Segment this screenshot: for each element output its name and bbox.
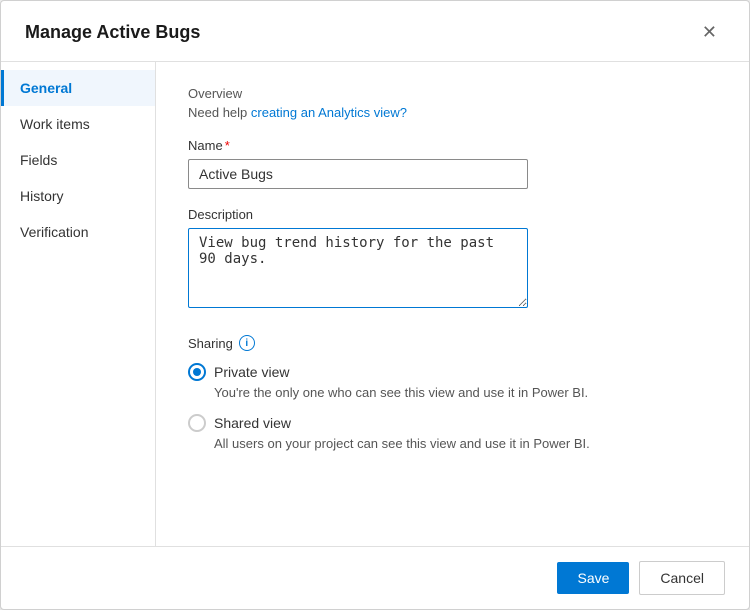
save-button[interactable]: Save (557, 562, 629, 594)
description-field-group: Description View bug trend history for t… (188, 207, 717, 311)
name-input[interactable] (188, 159, 528, 189)
dialog-body: General Work items Fields History Verifi… (1, 62, 749, 546)
sidebar-item-verification[interactable]: Verification (1, 214, 155, 250)
sidebar-item-history[interactable]: History (1, 178, 155, 214)
description-label: Description (188, 207, 717, 222)
shared-view-option: Shared view All users on your project ca… (188, 414, 717, 451)
private-view-description: You're the only one who can see this vie… (214, 385, 717, 400)
sidebar-item-fields[interactable]: Fields (1, 142, 155, 178)
sharing-label: Sharing i (188, 335, 717, 351)
private-view-option: Private view You're the only one who can… (188, 363, 717, 400)
name-field-group: Name* (188, 138, 717, 189)
shared-view-radio[interactable] (188, 414, 206, 432)
dialog-title: Manage Active Bugs (25, 22, 200, 43)
manage-active-bugs-dialog: Manage Active Bugs ✕ General Work items … (0, 0, 750, 610)
dialog-footer: Save Cancel (1, 546, 749, 609)
shared-view-label: Shared view (214, 415, 291, 431)
sidebar: General Work items Fields History Verifi… (1, 62, 156, 546)
sidebar-item-work-items[interactable]: Work items (1, 106, 155, 142)
name-label: Name* (188, 138, 717, 153)
private-view-label: Private view (214, 364, 289, 380)
required-star: * (225, 138, 230, 153)
close-button[interactable]: ✕ (694, 19, 725, 45)
shared-view-description: All users on your project can see this v… (214, 436, 717, 451)
help-link[interactable]: creating an Analytics view? (251, 105, 407, 120)
sharing-info-icon[interactable]: i (239, 335, 255, 351)
private-view-radio[interactable] (188, 363, 206, 381)
sidebar-item-general[interactable]: General (1, 70, 155, 106)
content-area: Overview Need help creating an Analytics… (156, 62, 749, 546)
overview-label: Overview (188, 86, 717, 101)
description-textarea[interactable]: View bug trend history for the past 90 d… (188, 228, 528, 308)
help-text: Need help creating an Analytics view? (188, 105, 717, 120)
sharing-section: Sharing i Private view You're the only o… (188, 335, 717, 451)
cancel-button[interactable]: Cancel (639, 561, 725, 595)
dialog-header: Manage Active Bugs ✕ (1, 1, 749, 62)
